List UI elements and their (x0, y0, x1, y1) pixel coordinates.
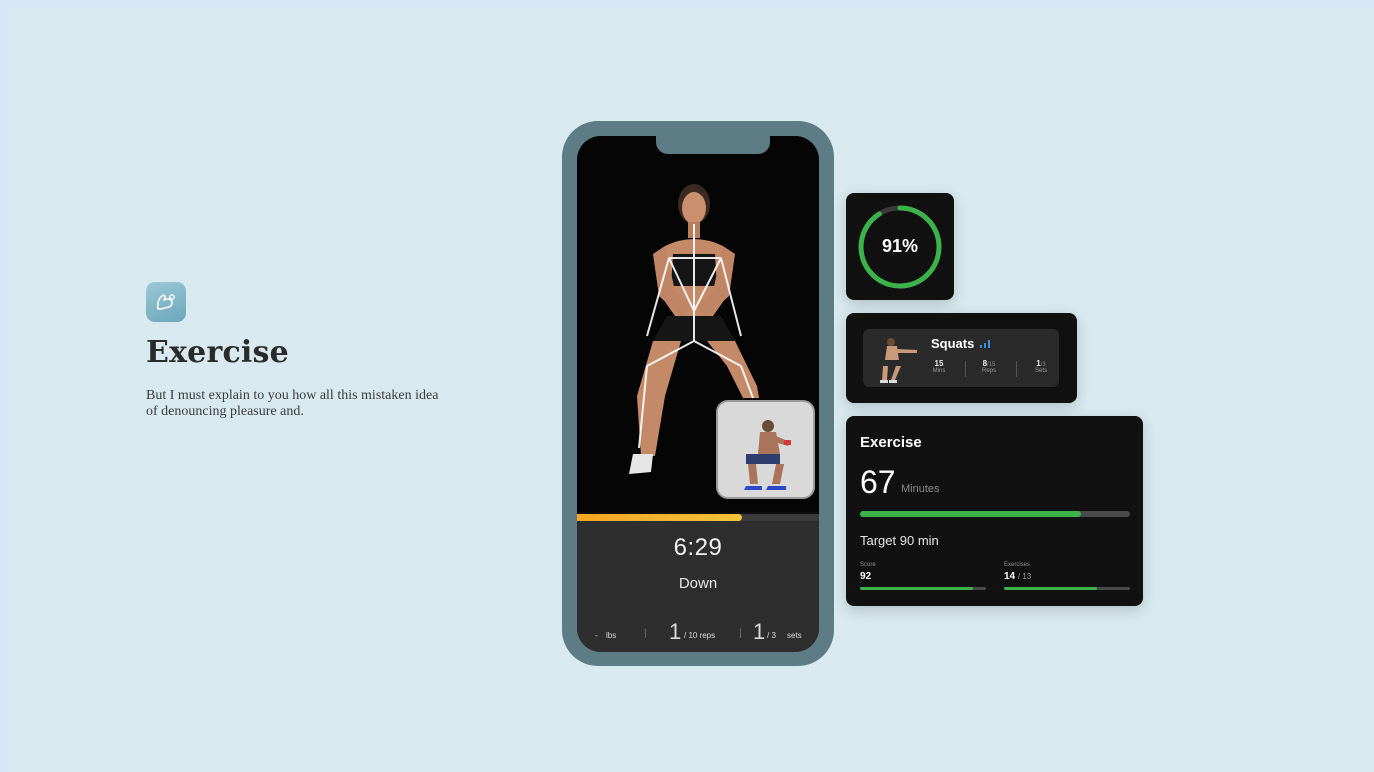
weight-unit: lbs (606, 631, 617, 640)
exercise-progress-bar (860, 511, 1130, 517)
workout-stats-row: - lbs | 1 / 10 reps | 1 / 3 sets (577, 619, 819, 645)
accuracy-card[interactable]: 91% (846, 193, 954, 300)
phone-screen: 6:29 Down - lbs | 1 / 10 reps | 1 / 3 se… (577, 136, 819, 652)
exercise-target: Target 90 min (860, 533, 939, 548)
squat-thumbnail (880, 338, 917, 383)
workout-controls: 6:29 Down - lbs | 1 / 10 reps | 1 / 3 se… (577, 521, 819, 652)
exercise-progress-bar (577, 514, 819, 521)
stat-separator (965, 361, 966, 377)
phone-mockup: 6:29 Down - lbs | 1 / 10 reps | 1 / 3 se… (562, 121, 834, 666)
page-description: But I must explain to you how all this m… (146, 388, 439, 419)
exercise-summary-card[interactable]: Exercise 67 Minutes Target 90 min Score … (846, 416, 1143, 606)
exercise-progress-fill (577, 514, 742, 521)
reps-total: / 10 reps (684, 631, 716, 640)
reps-value: 1 (669, 619, 682, 644)
exercise-card-title: Exercise (860, 434, 922, 451)
sets-value: 1 (753, 619, 766, 644)
trainer-reference-thumbnail[interactable] (716, 400, 815, 499)
exercise-progress-fill (860, 511, 1082, 517)
accuracy-percent: 91% (881, 236, 919, 256)
score-stat: Score 92 (860, 562, 986, 590)
workout-stat-reps: 8/15 Reps (981, 359, 996, 374)
sets-total: / 3 (767, 631, 776, 640)
pose-camera-view (577, 136, 819, 512)
sets-unit: sets (787, 631, 802, 640)
page-title: Exercise (146, 335, 289, 370)
workout-stat-sets: 1/3 Sets (1034, 359, 1047, 374)
phone-notch (656, 136, 770, 154)
workout-name: Squats (931, 336, 975, 351)
movement-phase: Down (678, 575, 718, 592)
exercise-minutes-unit: Minutes (901, 483, 940, 495)
exercises-stat: Exercises 14 / 13 (1004, 562, 1130, 590)
workout-card[interactable]: Squats 15 Mins 8/15 Reps 1/3 Sets (846, 313, 1077, 403)
workout-summary: Squats 15 Mins 8/15 Reps 1/3 Sets (863, 329, 1059, 387)
exercise-minutes-value: 67 (860, 464, 896, 500)
difficulty-icon (980, 340, 990, 348)
flexed-arm-icon[interactable] (146, 282, 186, 322)
weight-value: - (595, 631, 598, 640)
stat-divider: | (644, 628, 647, 639)
workout-stat-mins: 15 Mins (932, 359, 946, 374)
stat-divider: | (739, 628, 742, 639)
stat-separator (1016, 361, 1017, 377)
workout-timer: 6:29 (673, 534, 723, 561)
